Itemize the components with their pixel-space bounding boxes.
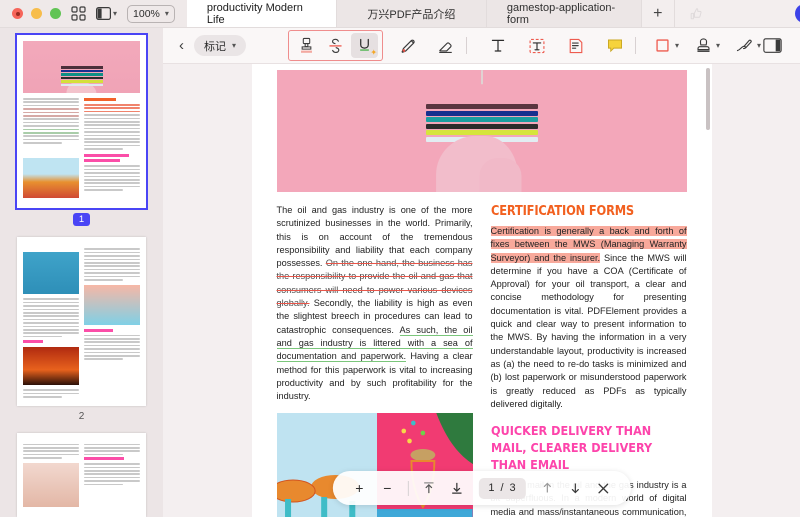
thumbnail-page-1-content: [17, 35, 146, 208]
title-bar: ▾ 100% ▾ productivity Modern Life 万兴PDF产…: [0, 0, 800, 28]
highlight-area-icon[interactable]: [293, 33, 320, 58]
current-page-value: 1: [488, 482, 494, 494]
strikethrough-icon[interactable]: [322, 33, 349, 58]
note-icon[interactable]: [562, 33, 589, 58]
thumbs-up-icon: [689, 7, 703, 21]
stamp-icon[interactable]: [692, 33, 714, 58]
thumb2-columns: [23, 248, 140, 399]
thumb1-lower: [23, 154, 140, 202]
new-tab-button[interactable]: +: [642, 0, 675, 27]
thumbnail-page-2[interactable]: [17, 237, 146, 405]
markup-mode-dropdown[interactable]: 标记 ▾: [194, 35, 246, 56]
thumb3-columns: [23, 444, 140, 511]
text-markup-tool-group: ✦: [288, 30, 383, 61]
plus-icon: +: [653, 5, 662, 23]
sidebar-panel-caret-icon[interactable]: ▾: [113, 9, 117, 18]
thumbnail-list: 1: [0, 32, 163, 517]
zoom-level-value: 100%: [133, 8, 160, 20]
cocktail-glass-graphic: [465, 70, 499, 86]
chevron-down-icon: ▾: [165, 9, 169, 18]
page-columns: The oil and gas industry is one of the m…: [252, 192, 712, 517]
thumbnail-page-3-content: [17, 433, 146, 517]
fit-to-top-icon[interactable]: [415, 475, 441, 501]
eraser-icon[interactable]: [432, 33, 459, 58]
arm-graphic: [479, 158, 521, 192]
total-pages-value: 3: [510, 482, 516, 494]
thumbnail-page-3[interactable]: [17, 433, 146, 517]
right-column-paragraph-1: Certification is generally a back and fo…: [491, 225, 687, 411]
text-box-icon[interactable]: [523, 33, 550, 58]
zoom-in-button[interactable]: +: [346, 475, 372, 501]
pdf-page-1: The oil and gas industry is one of the m…: [252, 64, 712, 517]
chevron-down-icon: ▾: [232, 41, 236, 50]
thumbnail-page-1[interactable]: [17, 35, 146, 208]
shape-dropdown-caret-icon[interactable]: ▾: [675, 41, 679, 50]
user-avatar[interactable]: [795, 4, 800, 23]
zoom-level-selector[interactable]: 100% ▾: [127, 5, 175, 23]
sticky-note-icon[interactable]: [601, 33, 628, 58]
sidebar-panel-icon[interactable]: ▾: [96, 7, 117, 20]
fit-to-bottom-icon[interactable]: [443, 475, 469, 501]
underline-icon[interactable]: ✦: [351, 33, 378, 58]
maximize-window-button[interactable]: [50, 8, 61, 19]
app-window: ▾ 100% ▾ productivity Modern Life 万兴PDF产…: [0, 0, 800, 517]
minimize-window-button[interactable]: [31, 8, 42, 19]
thumb1-hero-image: [23, 41, 140, 93]
thumbnail-page-2-content: [17, 237, 146, 405]
page-navigation-bar: + −: [332, 471, 630, 505]
tab-label: gamestop-application-form: [507, 2, 621, 26]
page-separator: /: [500, 482, 503, 494]
tab-productivity-modern-life[interactable]: productivity Modern Life: [187, 0, 337, 27]
heading-quicker-delivery: QUICKER DELIVERY THAN MAIL, CLEARER DELI…: [491, 422, 667, 473]
back-button[interactable]: ‹: [173, 37, 194, 54]
heading-certification-forms: CERTIFICATION FORMS: [491, 204, 663, 219]
tool-cluster: ✦: [288, 30, 761, 61]
tab-label: 万兴PDF产品介绍: [367, 6, 455, 22]
main-area: ‹ 标记 ▾: [163, 28, 800, 517]
tab-wanxing-pdf[interactable]: 万兴PDF产品介绍: [337, 0, 487, 27]
tab-gamestop-application-form[interactable]: gamestop-application-form: [487, 0, 642, 27]
annotation-toolbar: ‹ 标记 ▾: [163, 28, 800, 64]
toolbar-separator: [466, 37, 467, 54]
thumbnail-sidebar[interactable]: 1: [0, 28, 163, 517]
pagebar-separator: [407, 481, 408, 496]
titlebar-view-tools: ▾ 100% ▾: [71, 0, 187, 27]
page-counter[interactable]: 1 / 3: [478, 478, 525, 499]
thumbnail-page-2-label: 2: [79, 411, 85, 422]
zoom-out-button[interactable]: −: [374, 475, 400, 501]
workspace: 1: [0, 28, 800, 517]
right-panel-toggle-icon[interactable]: [759, 33, 786, 58]
next-page-button[interactable]: [563, 475, 589, 501]
titlebar-right-actions: [675, 0, 800, 27]
shape-rectangle-icon[interactable]: [651, 33, 673, 58]
grid-view-icon[interactable]: [71, 6, 86, 21]
tab-bar: productivity Modern Life 万兴PDF产品介绍 games…: [187, 0, 675, 27]
thumbs-up-button[interactable]: [675, 7, 795, 21]
left-column-paragraph: The oil and gas industry is one of the m…: [277, 204, 473, 403]
markup-mode-label: 标记: [204, 38, 226, 54]
tab-label: productivity Modern Life: [207, 2, 316, 26]
signature-pen-icon[interactable]: [733, 33, 755, 58]
thumbnail-page-1-label: 1: [73, 213, 90, 226]
hero-image: [277, 70, 687, 192]
document-viewport[interactable]: The oil and gas industry is one of the m…: [163, 64, 800, 517]
thumb1-columns: [23, 98, 140, 151]
previous-page-button[interactable]: [535, 475, 561, 501]
close-window-button[interactable]: [12, 8, 23, 19]
stamp-dropdown-caret-icon[interactable]: ▾: [716, 41, 720, 50]
window-controls: [0, 0, 71, 27]
close-pagebar-button[interactable]: [591, 475, 617, 501]
toolbar-separator-2: [635, 37, 636, 54]
text-icon[interactable]: [484, 33, 511, 58]
body-text-1: Since the MWS will determine if you have…: [491, 253, 687, 409]
marker-pen-icon[interactable]: [395, 33, 422, 58]
vertical-scrollbar[interactable]: [706, 68, 710, 130]
